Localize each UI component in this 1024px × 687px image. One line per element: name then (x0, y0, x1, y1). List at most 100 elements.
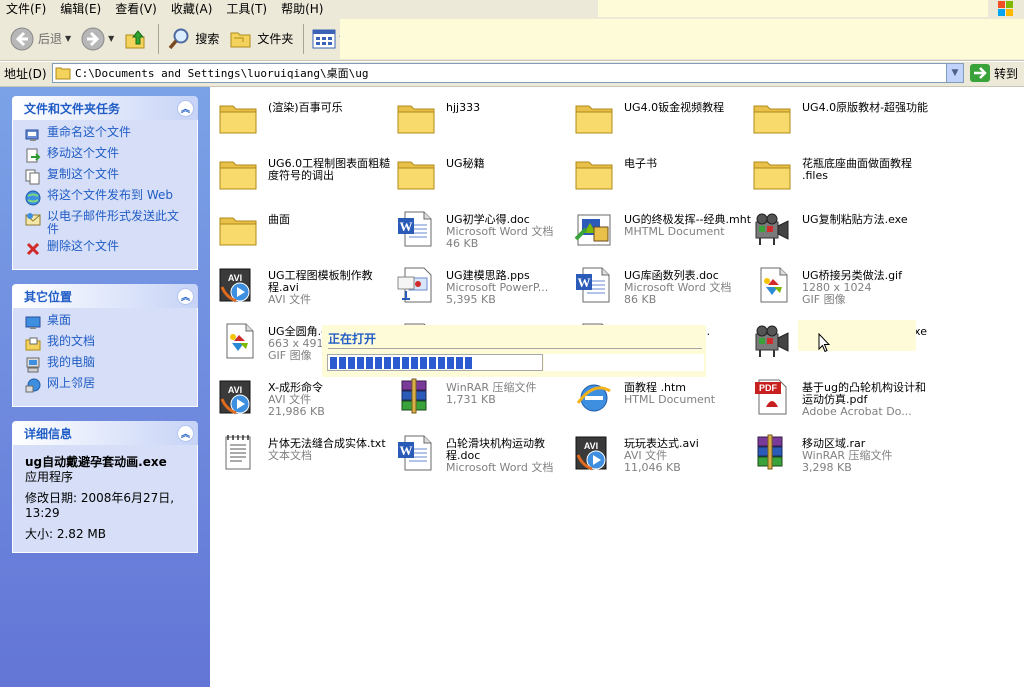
file-tasks-header[interactable]: 文件和文件夹任务 ︽ (12, 96, 198, 120)
folder-small-icon (55, 67, 71, 80)
mouse-cursor-icon (818, 333, 830, 353)
file-item[interactable]: WinRAR 压缩文件 1,731 KB (396, 373, 574, 425)
file-name: UG秘籍 (446, 157, 485, 170)
forward-arrow-icon (81, 27, 105, 50)
file-item[interactable]: (渲染)百事可乐 (218, 93, 396, 145)
publish-web-icon (25, 190, 41, 206)
menu-file[interactable]: 文件(F) (6, 0, 46, 17)
toolbar-separator (158, 23, 160, 54)
file-name: UG6.0工程制图表面粗糙度符号的调出 (268, 157, 391, 182)
file-tasks-panel: 文件和文件夹任务 ︽ 重命名这个文件 移动这个文件 复制这个文件 将这个文件发布… (12, 96, 198, 270)
file-item[interactable]: UG的终极发挥--经典.mht MHTML Document (574, 205, 752, 257)
file-item[interactable]: UG4.0钣金视频教程 (574, 93, 752, 145)
file-item-text: (渲染)百事可乐 (268, 102, 396, 145)
task-delete[interactable]: 删除这个文件 (25, 240, 187, 257)
go-arrow-icon (970, 64, 990, 82)
back-button[interactable]: 后退 ▼ (6, 22, 75, 56)
task-rename-label: 重命名这个文件 (47, 125, 132, 139)
file-item-text: 凸轮滑块机构运动教程.doc Microsoft Word 文档 (446, 438, 574, 481)
file-name: UG4.0原版教材-超强功能 (802, 101, 929, 114)
task-rename[interactable]: 重命名这个文件 (25, 126, 187, 143)
collapse-chevron-icon[interactable]: ︽ (177, 287, 194, 305)
file-item[interactable]: UG复制粘贴方法.exe (752, 205, 930, 257)
file-item[interactable]: UG建模思路.pps Microsoft PowerP... 5,395 KB (396, 261, 574, 313)
place-my-computer[interactable]: 我的电脑 (25, 356, 187, 373)
back-dropdown-icon[interactable]: ▼ (65, 34, 71, 43)
file-item[interactable]: UG4.0原版教材-超强功能 (752, 93, 930, 145)
svg-text:AVI: AVI (584, 441, 598, 451)
file-item[interactable]: hjj333 (396, 93, 574, 145)
move-icon (26, 148, 41, 163)
file-name: 基于ug的凸轮机构设计和运动仿真.pdf (802, 381, 926, 406)
file-item[interactable]: W UG库函数列表.doc Microsoft Word 文档 86 KB (574, 261, 752, 313)
forward-dropdown-icon[interactable]: ▼ (108, 34, 114, 43)
collapse-chevron-icon[interactable]: ︽ (177, 424, 194, 442)
file-item[interactable]: 片体无法缝合成实体.txt 文本文档 (218, 429, 396, 481)
file-name: 凸轮滑块机构运动教程.doc (446, 437, 545, 462)
exe-camera-icon (752, 321, 792, 361)
forward-button[interactable]: ▼ (77, 22, 118, 56)
menu-view[interactable]: 查看(V) (115, 0, 157, 17)
word-doc-icon: W (396, 433, 436, 473)
file-item[interactable]: 花瓶底座曲面做面教程 .files (752, 149, 930, 201)
address-dropdown-button[interactable]: ▼ (946, 64, 963, 82)
pps-icon (396, 265, 436, 305)
menu-edit[interactable]: 编辑(E) (60, 0, 101, 17)
task-move[interactable]: 移动这个文件 (25, 147, 187, 164)
file-item-text: 移动区域.rar WinRAR 压缩文件 3,298 KB (802, 438, 930, 481)
address-bar: 地址(D) C:\Documents and Settings\luoruiqi… (0, 62, 1024, 84)
place-network[interactable]: 网上邻居 (25, 377, 187, 394)
details-name: ug自动戴避孕套动画.exe (25, 455, 167, 469)
progress-track-extension (544, 354, 704, 371)
go-label: 转到 (994, 66, 1019, 81)
file-item[interactable]: 面教程 .htm HTML Document (574, 373, 752, 425)
copy-icon (25, 169, 40, 185)
folders-label: 文件夹 (257, 32, 294, 46)
place-desktop[interactable]: 桌面 (25, 314, 187, 331)
file-item[interactable]: 电子书 (574, 149, 752, 201)
details-header[interactable]: 详细信息 ︽ (12, 421, 198, 445)
menu-help[interactable]: 帮助(H) (281, 0, 323, 17)
collapse-chevron-icon[interactable]: ︽ (177, 99, 194, 117)
task-email[interactable]: 以电子邮件形式发送此文件 (25, 210, 187, 236)
search-button[interactable]: 搜索 (163, 22, 223, 56)
file-item[interactable]: 曲面 (218, 205, 396, 257)
folder-icon (396, 153, 436, 193)
file-item[interactable]: W UG初学心得.doc Microsoft Word 文档 46 KB (396, 205, 574, 257)
file-item[interactable]: AVI X-成形命令 AVI 文件 21,986 KB (218, 373, 396, 425)
avi-icon: AVI (218, 377, 258, 417)
go-button[interactable]: 转到 (970, 64, 1018, 82)
file-item[interactable]: AVI 玩玩表达式.avi AVI 文件 11,046 KB (574, 429, 752, 481)
menu-favorites[interactable]: 收藏(A) (171, 0, 213, 17)
file-item[interactable]: UG秘籍 (396, 149, 574, 201)
menu-tools[interactable]: 工具(T) (226, 0, 267, 17)
other-places-header[interactable]: 其它位置 ︽ (12, 284, 198, 308)
file-item[interactable]: UG桥接另类做法.gif 1280 x 1024 GIF 图像 (752, 261, 930, 313)
file-item-text: UG4.0原版教材-超强功能 (802, 102, 930, 145)
address-input[interactable]: C:\Documents and Settings\luoruiqiang\桌面… (52, 63, 964, 83)
task-copy[interactable]: 复制这个文件 (25, 168, 187, 185)
file-item[interactable]: 移动区域.rar WinRAR 压缩文件 3,298 KB (752, 429, 930, 481)
place-my-documents[interactable]: 我的文档 (25, 335, 187, 352)
file-item-text: 玩玩表达式.avi AVI 文件 11,046 KB (624, 438, 752, 481)
file-item[interactable]: AVI UG工程图模板制作教程.avi AVI 文件 (218, 261, 396, 313)
file-item-text: UG库函数列表.doc Microsoft Word 文档 86 KB (624, 270, 752, 313)
search-icon (168, 28, 189, 49)
desktop-icon (25, 316, 41, 329)
rar-icon (396, 377, 436, 417)
opening-title: 正在打开 (328, 332, 377, 346)
task-publish-web[interactable]: 将这个文件发布到 Web (25, 189, 187, 206)
opening-progress-bar (327, 354, 543, 371)
file-type: Adobe Acrobat Do... (802, 405, 912, 418)
file-name: UG工程图模板制作教程.avi (268, 269, 373, 294)
up-folder-icon (125, 29, 145, 48)
file-item[interactable]: UG6.0工程制图表面粗糙度符号的调出 (218, 149, 396, 201)
file-type: HTML Document (624, 393, 716, 406)
up-folder-button[interactable] (120, 22, 152, 56)
file-item[interactable]: PDF 基于ug的凸轮机构设计和运动仿真.pdf Adobe Acrobat Do.… (752, 373, 930, 425)
file-name: 电子书 (624, 157, 657, 170)
folder-icon (218, 209, 258, 249)
folders-button[interactable]: 文件夹 (225, 22, 297, 56)
rar-icon (752, 433, 792, 473)
file-item[interactable]: W 凸轮滑块机构运动教程.doc Microsoft Word 文档 (396, 429, 574, 481)
